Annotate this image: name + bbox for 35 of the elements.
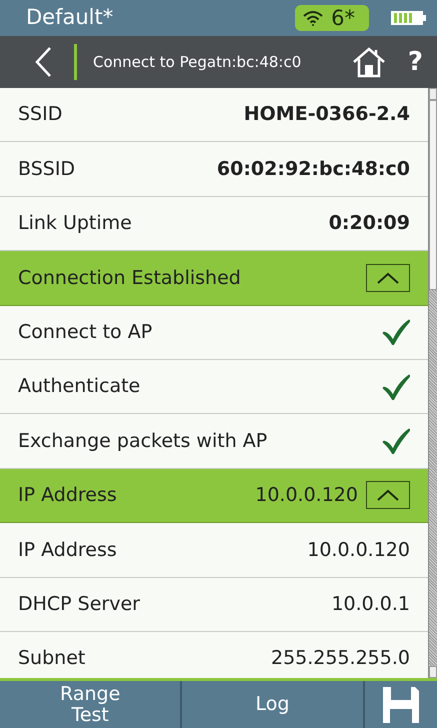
toolbar-button[interactable]: Range Test — [0, 681, 182, 728]
field-value: 60:02:92:bc:48:c0 — [216, 156, 410, 182]
field-label: IP Address — [18, 538, 117, 563]
field-label: SSID — [18, 102, 62, 128]
section-title: IP Address — [18, 483, 117, 508]
field-label: BSSID — [18, 156, 76, 182]
section-title: Connection Established — [18, 266, 241, 291]
caret-up-icon — [376, 489, 400, 502]
collapse-button[interactable] — [366, 264, 410, 292]
field-label: DHCP Server — [18, 592, 140, 617]
window-title: Default* — [26, 4, 114, 32]
step-label: Connect to AP — [18, 320, 152, 345]
field-value: 10.0.0.120 — [307, 538, 410, 563]
toolbar-button[interactable]: Log — [182, 681, 365, 728]
battery-icon — [391, 10, 427, 26]
home-button[interactable] — [352, 46, 386, 78]
field-value: 10.0.0.1 — [331, 592, 410, 617]
field-label: Subnet — [18, 646, 86, 672]
field-label: Link Uptime — [18, 211, 132, 236]
collapse-button[interactable] — [366, 481, 410, 510]
step-label: Exchange packets with AP — [18, 428, 268, 454]
wifi-status-badge: 6* — [295, 5, 369, 31]
scrollbar[interactable] — [428, 88, 437, 678]
caret-up-icon — [376, 272, 400, 284]
home-icon — [352, 46, 386, 78]
back-button[interactable] — [34, 46, 52, 78]
field-value: HOME-0366-2.4 — [244, 102, 410, 128]
chevron-left-icon — [34, 46, 52, 78]
page-title: Connect to Pegatn:bc:48:c0 — [93, 52, 302, 73]
field-value: 255.255.255.0 — [270, 646, 410, 672]
field-value: 0:20:09 — [328, 211, 410, 236]
help-button[interactable]: ? — [408, 42, 423, 82]
section-value: 10.0.0.120 — [255, 483, 358, 508]
step-label: Authenticate — [18, 374, 140, 400]
wifi-icon — [303, 10, 324, 26]
